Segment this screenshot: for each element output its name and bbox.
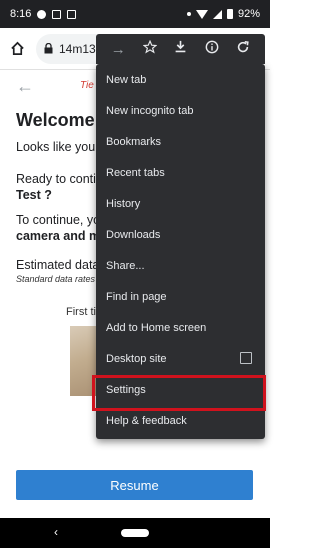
message-icon (52, 9, 62, 19)
home-icon[interactable] (6, 38, 28, 60)
settings-highlight (92, 375, 266, 411)
lock-icon (44, 43, 53, 54)
forward-icon[interactable]: → (111, 41, 126, 58)
brand-logo: Tie (80, 80, 94, 91)
intro-text: Looks like you (16, 140, 96, 154)
nav-back-icon[interactable]: ‹ (54, 525, 58, 539)
spotify-icon (37, 9, 47, 19)
continue-text: To continue, yo (16, 213, 101, 227)
menu-item-find-in-page[interactable]: Find in page (96, 281, 265, 312)
status-time: 8:16 (10, 8, 32, 20)
battery-icon (226, 9, 233, 19)
menu-item-share[interactable]: Share... (96, 250, 265, 281)
screenshot-icon (67, 9, 77, 19)
page-back-icon[interactable]: ← (16, 76, 34, 97)
menu-item-new-incognito-tab[interactable]: New incognito tab (96, 95, 265, 126)
data-rates-note: Standard data rates (16, 274, 96, 284)
resume-button[interactable]: Resume (16, 470, 253, 500)
estimated-data-text: Estimated data (16, 258, 100, 272)
menu-item-add-to-home-screen[interactable]: Add to Home screen (96, 312, 265, 343)
android-nav-bar: ‹ (0, 518, 270, 548)
status-bar: 8:16 92% (0, 0, 270, 28)
menu-icon-bar: → (96, 34, 265, 64)
refresh-icon[interactable] (236, 40, 250, 59)
desktop-site-checkbox[interactable] (240, 352, 252, 364)
menu-item-history[interactable]: History (96, 188, 265, 219)
menu-item-recent-tabs[interactable]: Recent tabs (96, 157, 265, 188)
test-name: Test ? (16, 188, 52, 202)
battery-level: 92% (237, 8, 260, 20)
signal-icon (212, 9, 222, 19)
notification-dot-icon (186, 12, 191, 16)
first-time-text: First ti (66, 306, 96, 318)
info-icon[interactable] (205, 40, 219, 59)
menu-item-new-tab[interactable]: New tab (96, 64, 265, 95)
star-icon[interactable] (142, 39, 158, 59)
camera-text: camera and mi (16, 229, 104, 243)
menu-item-desktop-site[interactable]: Desktop site (96, 343, 265, 374)
download-icon[interactable] (174, 40, 187, 58)
menu-item-downloads[interactable]: Downloads (96, 219, 265, 250)
menu-item-bookmarks[interactable]: Bookmarks (96, 126, 265, 157)
ready-text: Ready to contin (16, 172, 103, 186)
wifi-icon (195, 9, 208, 19)
menu-item-desktop-site-label: Desktop site (106, 352, 167, 365)
nav-home-pill[interactable] (121, 529, 149, 537)
